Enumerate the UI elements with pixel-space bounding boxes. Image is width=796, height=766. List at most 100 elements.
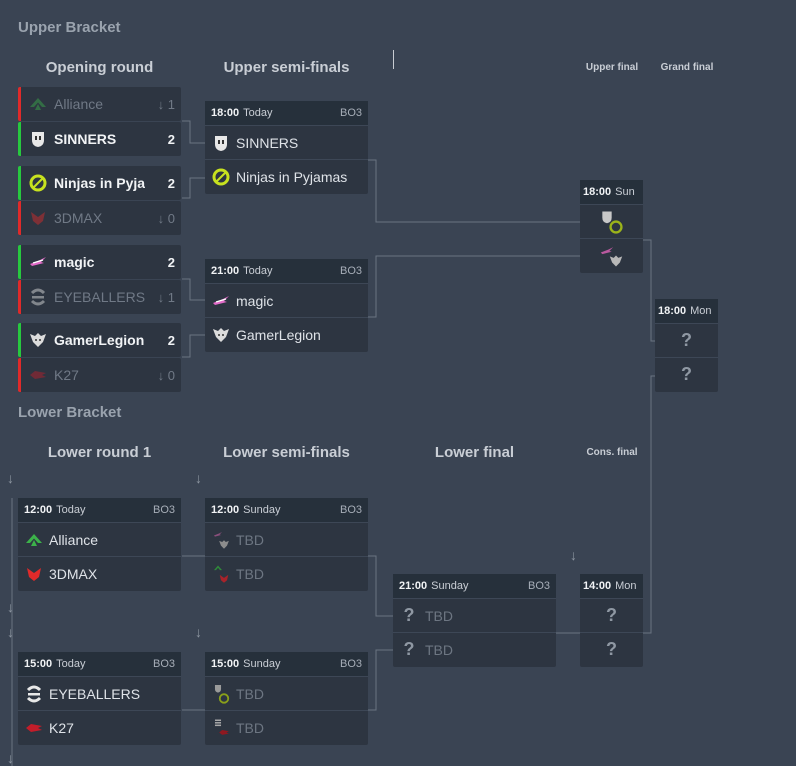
team-name: TBD: [425, 607, 453, 624]
3dmax-logo-icon: [24, 564, 44, 584]
opening-team-row[interactable]: SINNERS 2: [18, 122, 181, 156]
3dmax-logo-icon: [28, 208, 48, 228]
team-name: K27: [54, 367, 79, 383]
unknown-team-icon: ?: [681, 364, 692, 384]
opening-team-row[interactable]: GamerLegion 2: [18, 323, 181, 357]
team-name: SINNERS: [236, 134, 299, 151]
team-name: TBD: [425, 641, 453, 658]
team-name: Ninjas in Pyjamas: [236, 168, 348, 185]
match-team-row[interactable]: EYEBALLERS: [18, 676, 181, 710]
team-name: TBD: [236, 685, 264, 702]
match-cons-final[interactable]: 14:00 Mon ? ?: [580, 574, 643, 667]
drop-arrow-icon: ↓: [195, 470, 202, 486]
match-team-row[interactable]: ?: [580, 632, 643, 666]
team-score: 2: [167, 332, 175, 348]
match-header: 18:00 Sun: [580, 180, 643, 204]
match-team-row[interactable]: ?: [655, 357, 718, 391]
team-name: EYEBALLERS: [49, 685, 141, 702]
match-team-row[interactable]: ? TBD: [393, 598, 556, 632]
opening-team-row[interactable]: Alliance ↓ 1: [18, 87, 181, 121]
team-name: magic: [54, 254, 95, 270]
round-title-opening: Opening round: [45, 59, 154, 76]
team-name: 3DMAX: [54, 210, 103, 226]
team-name: GamerLegion: [236, 326, 321, 343]
nip-logo-icon: [211, 167, 231, 187]
upper-bracket-title: Upper Bracket: [18, 19, 121, 36]
match-header: 15:00 Today BO3: [18, 652, 181, 676]
match-team-row[interactable]: [580, 238, 643, 272]
match-team-row[interactable]: ? TBD: [393, 632, 556, 666]
team-score: ↓ 1: [157, 96, 175, 112]
opening-team-row[interactable]: Ninjas in Pyja... 2: [18, 166, 181, 200]
match-team-row[interactable]: [580, 204, 643, 238]
match-header: 12:00 Sunday BO3: [205, 498, 368, 522]
alliance-logo-icon: [28, 94, 48, 114]
match-team-row[interactable]: TBD: [205, 710, 368, 744]
match-upper-final[interactable]: 18:00 Sun: [580, 180, 643, 273]
match-lower-semi-2[interactable]: 15:00 Sunday BO3 TBD TBD: [205, 652, 368, 745]
sinners-logo-icon: [28, 129, 48, 149]
match-team-row[interactable]: K27: [18, 710, 181, 744]
match-lower-r1-b[interactable]: 15:00 Today BO3 EYEBALLERS K27: [18, 652, 181, 745]
team-score: 2: [167, 254, 175, 270]
match-team-row[interactable]: ?: [580, 598, 643, 632]
team-name: magic: [236, 292, 274, 309]
gamerlegion-logo-icon: [28, 330, 48, 350]
match-upper-semi-2[interactable]: 21:00 Today BO3 magic GamerLegion: [205, 259, 368, 352]
opening-team-row[interactable]: magic 2: [18, 245, 181, 279]
k27-logo-icon: [28, 365, 48, 385]
eyeballers-logo-icon: [28, 287, 48, 307]
team-name: EYEBALLERS: [54, 289, 145, 305]
text-cursor: [393, 50, 394, 69]
match-header: 18:00 Today BO3: [205, 101, 368, 125]
match-team-row[interactable]: TBD: [205, 522, 368, 556]
match-team-row[interactable]: magic: [205, 283, 368, 317]
nip-logo-icon: [28, 173, 48, 193]
opening-team-row[interactable]: EYEBALLERS ↓ 1: [18, 280, 181, 314]
gamerlegion-logo-icon: [211, 325, 231, 345]
match-upper-semi-1[interactable]: 18:00 Today BO3 SINNERS Ninjas in Pyjama…: [205, 101, 368, 194]
drop-arrow-icon: ↓: [7, 624, 14, 640]
team-name: TBD: [236, 719, 264, 736]
match-lower-final[interactable]: 21:00 Sunday BO3 ? TBD ? TBD: [393, 574, 556, 667]
match-team-row[interactable]: SINNERS: [205, 125, 368, 159]
match-grand-final[interactable]: 18:00 Mon ? ?: [655, 299, 718, 392]
match-team-row[interactable]: TBD: [205, 676, 368, 710]
unknown-team-icon: ?: [606, 605, 617, 625]
match-team-row[interactable]: ?: [655, 323, 718, 357]
match-header: 14:00 Mon: [580, 574, 643, 598]
match-team-row[interactable]: TBD: [205, 556, 368, 590]
eliminated-arrow-icon: ↓: [157, 367, 165, 383]
eyeballers-logo-icon: [24, 684, 44, 704]
opening-team-row[interactable]: 3DMAX ↓ 0: [18, 201, 181, 235]
match-lower-semi-1[interactable]: 12:00 Sunday BO3 TBD TBD: [205, 498, 368, 591]
match-team-row[interactable]: Ninjas in Pyjamas: [205, 159, 368, 193]
eliminated-arrow-icon: ↓: [157, 210, 165, 226]
team-name: TBD: [236, 565, 264, 582]
team-name: Alliance: [49, 531, 99, 548]
match-header: 12:00 Today BO3: [18, 498, 181, 522]
drop-arrow-icon: ↓: [570, 547, 577, 563]
team-score: ↓ 0: [157, 367, 175, 383]
drop-arrow-icon: ↓: [7, 599, 14, 615]
nip-logo-icon: [608, 219, 623, 234]
opening-team-row[interactable]: K27 ↓ 0: [18, 358, 181, 392]
round-title-grand-final: Grand final: [660, 62, 714, 73]
team-score: 2: [167, 175, 175, 191]
round-title-upper-semis: Upper semi-finals: [223, 59, 350, 76]
match-lower-r1-a[interactable]: 12:00 Today BO3 Alliance 3DMAX: [18, 498, 181, 591]
magic-logo-icon: [28, 252, 48, 272]
sinners-logo-icon: [211, 133, 231, 153]
match-header: 18:00 Mon: [655, 299, 718, 323]
magic-gamerlegion-logo-icon: [211, 530, 231, 550]
team-score: ↓ 1: [157, 289, 175, 305]
eliminated-arrow-icon: ↓: [157, 96, 165, 112]
drop-arrow-icon: ↓: [7, 470, 14, 486]
sinners-nip-logo-icon: [211, 684, 231, 704]
match-team-row[interactable]: GamerLegion: [205, 317, 368, 351]
match-team-row[interactable]: Alliance: [18, 522, 181, 556]
match-team-row[interactable]: 3DMAX: [18, 556, 181, 590]
unknown-team-icon: ?: [403, 605, 415, 625]
unknown-team-icon: ?: [403, 639, 415, 659]
match-header: 21:00 Today BO3: [205, 259, 368, 283]
